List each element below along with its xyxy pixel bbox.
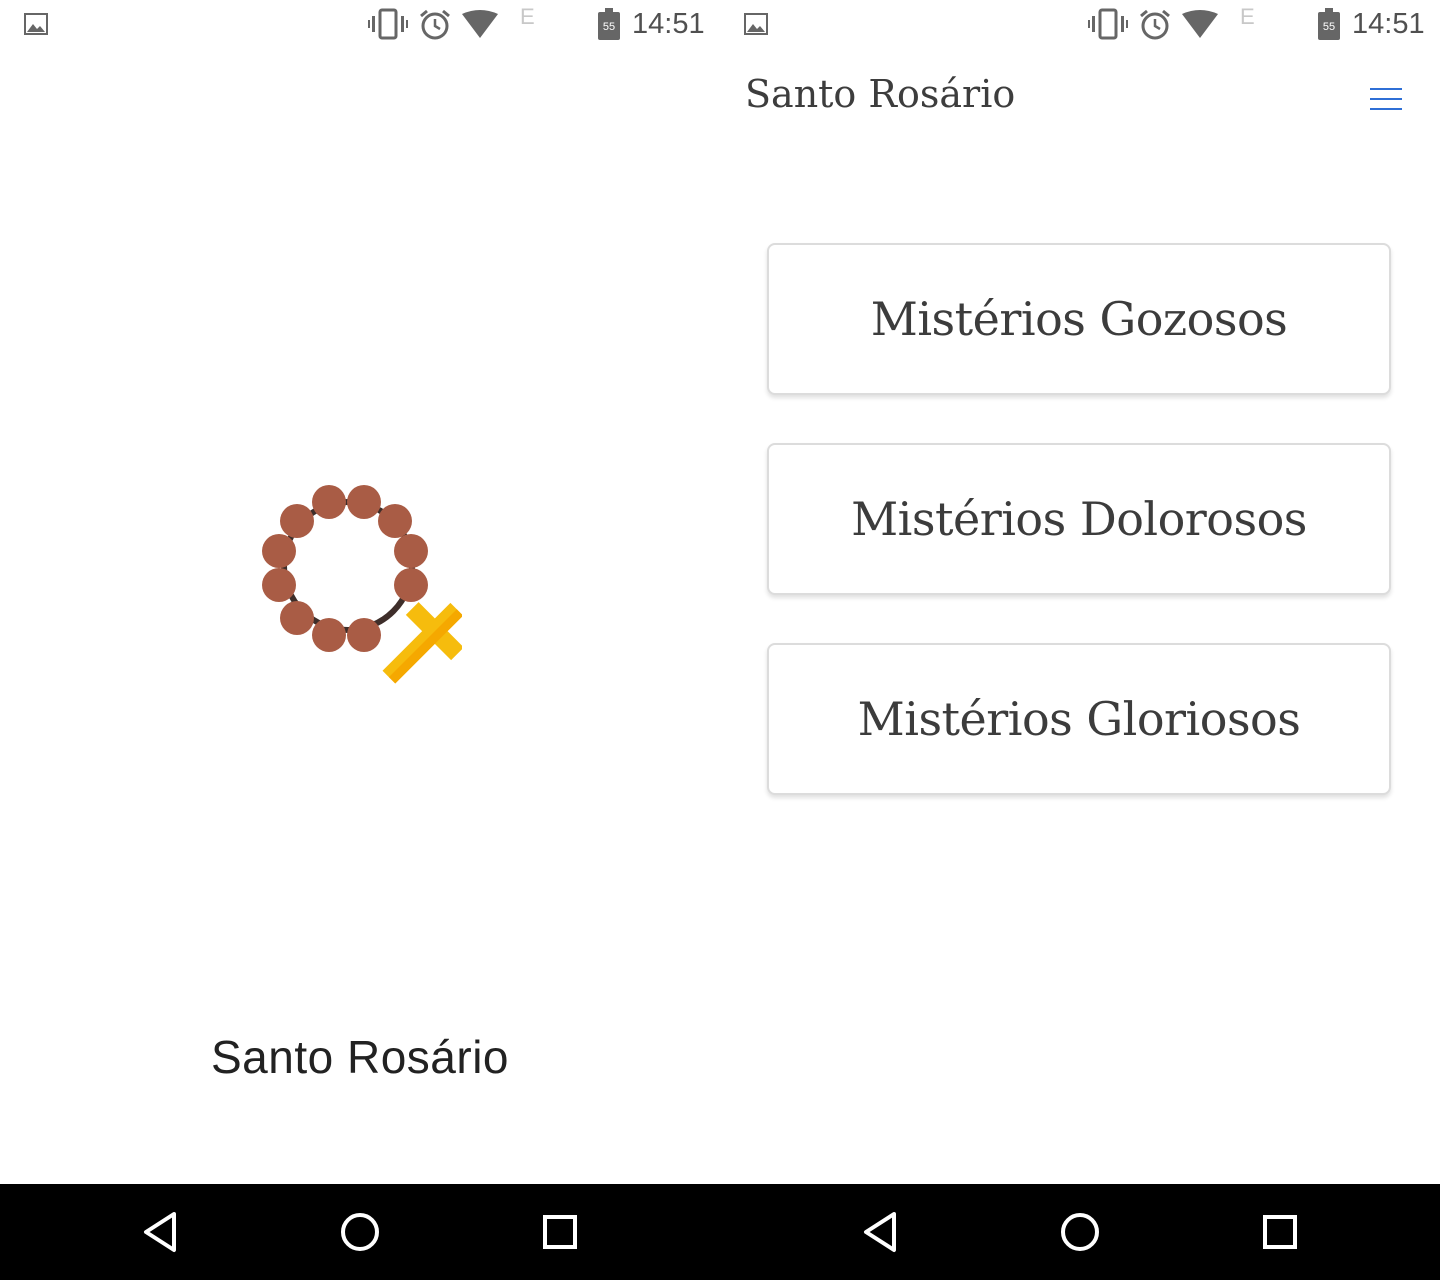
gallery-notification-icon [24, 13, 48, 35]
home-icon[interactable] [332, 1204, 388, 1260]
recents-icon[interactable] [532, 1204, 588, 1260]
alarm-icon [420, 9, 450, 40]
hamburger-line [1370, 108, 1402, 110]
clock: 14:51 [632, 8, 705, 40]
splash-screen: E 55 14:51 Santo Rosário [0, 0, 720, 1184]
joyful-mysteries-button[interactable]: Mistérios Gozosos [767, 243, 1391, 395]
mystery-label: Mistérios Gloriosos [857, 692, 1301, 746]
page-title: Santo Rosário [745, 72, 1016, 116]
navigation-bar [0, 1184, 1440, 1280]
battery-icon: 55 [1318, 8, 1340, 40]
hamburger-menu-button[interactable] [1366, 84, 1408, 116]
vibrate-icon [368, 8, 408, 40]
battery-icon: 55 [598, 8, 620, 40]
back-icon[interactable] [132, 1204, 188, 1260]
sorrowful-mysteries-button[interactable]: Mistérios Dolorosos [767, 443, 1391, 595]
network-type-label: E [1240, 4, 1255, 29]
battery-level-label: 55 [1323, 21, 1335, 33]
gallery-notification-icon [744, 13, 768, 35]
alarm-icon [1140, 9, 1170, 40]
glorious-mysteries-button[interactable]: Mistérios Gloriosos [767, 643, 1391, 795]
mystery-label: Mistérios Gozosos [870, 292, 1288, 346]
hamburger-menu-icon [1370, 88, 1402, 90]
mystery-label: Mistérios Dolorosos [851, 492, 1307, 546]
rosary-icon [262, 485, 462, 684]
status-bar: E 55 14:51 [0, 0, 720, 48]
vibrate-icon [1088, 8, 1128, 40]
status-bar: E 55 14:51 [720, 0, 1440, 48]
wifi-icon [462, 10, 498, 38]
recents-icon[interactable] [1252, 1204, 1308, 1260]
network-type-label: E [520, 4, 535, 29]
battery-level-label: 55 [603, 21, 615, 33]
hamburger-line [1370, 98, 1402, 100]
app-screen: E 55 14:51 Santo Rosário Mistérios Gozos… [720, 0, 1440, 1184]
wifi-icon [1182, 10, 1218, 38]
splash-title: Santo Rosário [211, 1031, 509, 1083]
home-icon[interactable] [1052, 1204, 1108, 1260]
back-icon[interactable] [852, 1204, 908, 1260]
clock: 14:51 [1352, 8, 1425, 40]
